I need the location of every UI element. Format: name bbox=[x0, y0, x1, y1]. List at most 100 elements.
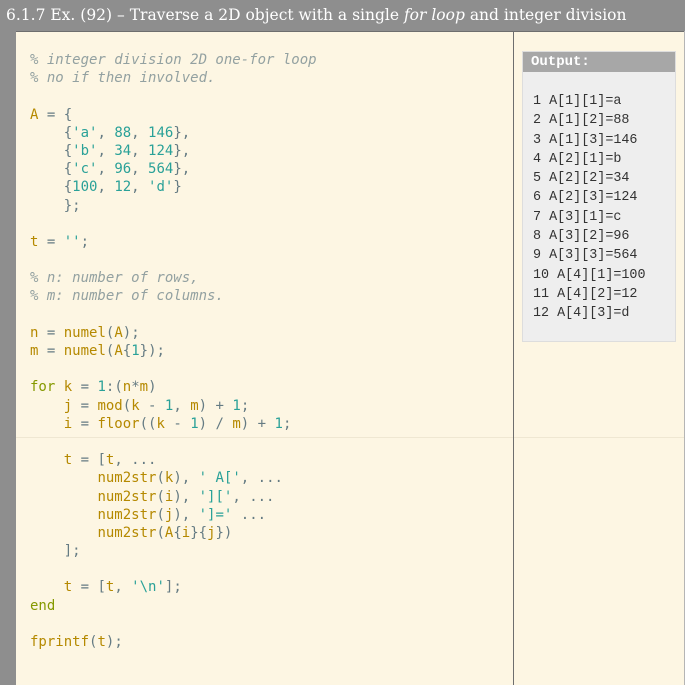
code-token: = bbox=[38, 233, 64, 250]
title-emphasis: for loop bbox=[403, 6, 465, 24]
code-token: 146 bbox=[148, 124, 174, 141]
output-box: Output: 1 A[1][1]=a 2 A[1][2]=88 3 A[1][3]… bbox=[522, 51, 676, 342]
code-line: % no if then involved. bbox=[30, 69, 317, 87]
code-token: ... bbox=[232, 506, 267, 523]
code-token: * bbox=[131, 379, 140, 396]
code-token: ( bbox=[122, 397, 132, 414]
output-line: 8 A[3][2]=96 bbox=[533, 229, 630, 245]
code-line: {'a', 88, 146}, bbox=[30, 124, 317, 142]
code-token: , bbox=[97, 142, 115, 159]
code-token: t bbox=[97, 634, 106, 650]
code-token: floor bbox=[97, 415, 140, 432]
code-token: i bbox=[181, 524, 191, 541]
code-token: , bbox=[97, 161, 115, 178]
code-line: A = { bbox=[30, 106, 317, 124]
code-token: , bbox=[97, 179, 115, 196]
code-token: ) + bbox=[240, 415, 275, 432]
code-token: '][' bbox=[198, 488, 233, 505]
code-token: ) + bbox=[198, 397, 233, 414]
code-line: for k = 1:(n*m) bbox=[30, 378, 317, 396]
code-token: % integer division 2D one-for loop bbox=[30, 52, 317, 68]
code-token: { bbox=[30, 179, 73, 196]
output-line: 6 A[2][3]=124 bbox=[533, 190, 638, 206]
code-token: ), bbox=[173, 488, 199, 505]
code-line: ​ bbox=[30, 615, 317, 633]
output-line: 5 A[2][2]=34 bbox=[533, 171, 630, 187]
code-token: num2str bbox=[97, 506, 157, 523]
code-token: k bbox=[156, 415, 165, 432]
output-line: 11 A[4][2]=12 bbox=[533, 286, 638, 302]
code-line: fprintf(t); bbox=[30, 633, 317, 651]
code-token: ); bbox=[122, 324, 140, 341]
title-suffix: and integer division bbox=[464, 6, 627, 24]
code-token: 34 bbox=[114, 142, 132, 159]
code-line: num2str(i), '][', ... bbox=[30, 488, 317, 506]
code-token: = bbox=[38, 324, 64, 341]
code-token: }, bbox=[173, 124, 191, 141]
code-line: ​ bbox=[30, 433, 317, 451]
code-line: num2str(A{i}{j}) bbox=[30, 524, 317, 542]
code-token: % no if then involved. bbox=[30, 70, 216, 87]
code-token: 1 bbox=[190, 415, 199, 432]
code-line: ​ bbox=[30, 215, 317, 233]
code-token: k bbox=[63, 379, 73, 396]
code-line: ​ bbox=[30, 251, 317, 269]
code-token: 'c' bbox=[72, 161, 98, 178]
code-token: k bbox=[131, 397, 140, 414]
left-gutter bbox=[0, 31, 16, 685]
code-panel: % integer division 2D one-for loop % no i… bbox=[16, 31, 513, 685]
code-token: ( bbox=[156, 524, 165, 541]
code-token: = [ bbox=[72, 579, 106, 596]
code-token: , bbox=[97, 124, 115, 141]
code-token: fprintf bbox=[30, 634, 90, 650]
code-token: ; bbox=[80, 233, 90, 250]
code-token: 1 bbox=[274, 415, 283, 432]
code-token: 1 bbox=[97, 379, 106, 396]
output-line: 12 A[4][3]=d bbox=[533, 306, 630, 322]
code-token: }); bbox=[139, 343, 165, 359]
code-token: }, bbox=[173, 142, 191, 159]
code-token: }, bbox=[173, 161, 191, 178]
code-line: ​ bbox=[30, 306, 317, 324]
code-token: { bbox=[30, 124, 73, 141]
code-token: num2str bbox=[97, 488, 157, 505]
code-token: , bbox=[173, 397, 191, 414]
code-line: j = mod(k - 1, m) + 1; bbox=[30, 397, 317, 415]
code-token: 100 bbox=[72, 179, 98, 196]
code-token: 'a' bbox=[72, 124, 98, 141]
code-token: 88 bbox=[114, 124, 132, 141]
code-token: 1 bbox=[232, 397, 241, 414]
code-line: n = numel(A); bbox=[30, 324, 317, 342]
code-line: {100, 12, 'd'} bbox=[30, 178, 317, 196]
output-header: Output: bbox=[523, 52, 675, 72]
code-token: }{ bbox=[190, 524, 208, 541]
code-token: , bbox=[131, 179, 149, 196]
code-token: ]; bbox=[164, 579, 182, 596]
code-token: num2str bbox=[97, 524, 157, 541]
code-token: - bbox=[139, 397, 165, 414]
faint-separator-right bbox=[514, 437, 684, 438]
code-token: 96 bbox=[114, 161, 132, 178]
code-token: A bbox=[114, 343, 123, 359]
code-token: }; bbox=[30, 197, 81, 214]
code-line: t = ''; bbox=[30, 233, 317, 251]
code-line: % integer division 2D one-for loop bbox=[30, 51, 317, 69]
title-prefix: 6.1.7 Ex. (92) – Traverse a 2D object wi… bbox=[6, 6, 404, 24]
code-token: - bbox=[164, 415, 191, 432]
code-token: mod bbox=[97, 397, 123, 414]
code-token: n bbox=[122, 379, 132, 396]
code-token: = [ bbox=[72, 452, 106, 469]
code-token: , ... bbox=[114, 452, 157, 469]
code-token: % n: number of rows, bbox=[30, 270, 199, 287]
code-token: 'b' bbox=[72, 142, 98, 159]
code-token: , bbox=[131, 142, 149, 159]
code-token: :( bbox=[105, 379, 123, 396]
code-token: m bbox=[232, 415, 241, 432]
code-token: ) bbox=[148, 379, 157, 396]
output-line: 2 A[1][2]=88 bbox=[533, 113, 630, 129]
code-line: ​ bbox=[30, 360, 317, 378]
